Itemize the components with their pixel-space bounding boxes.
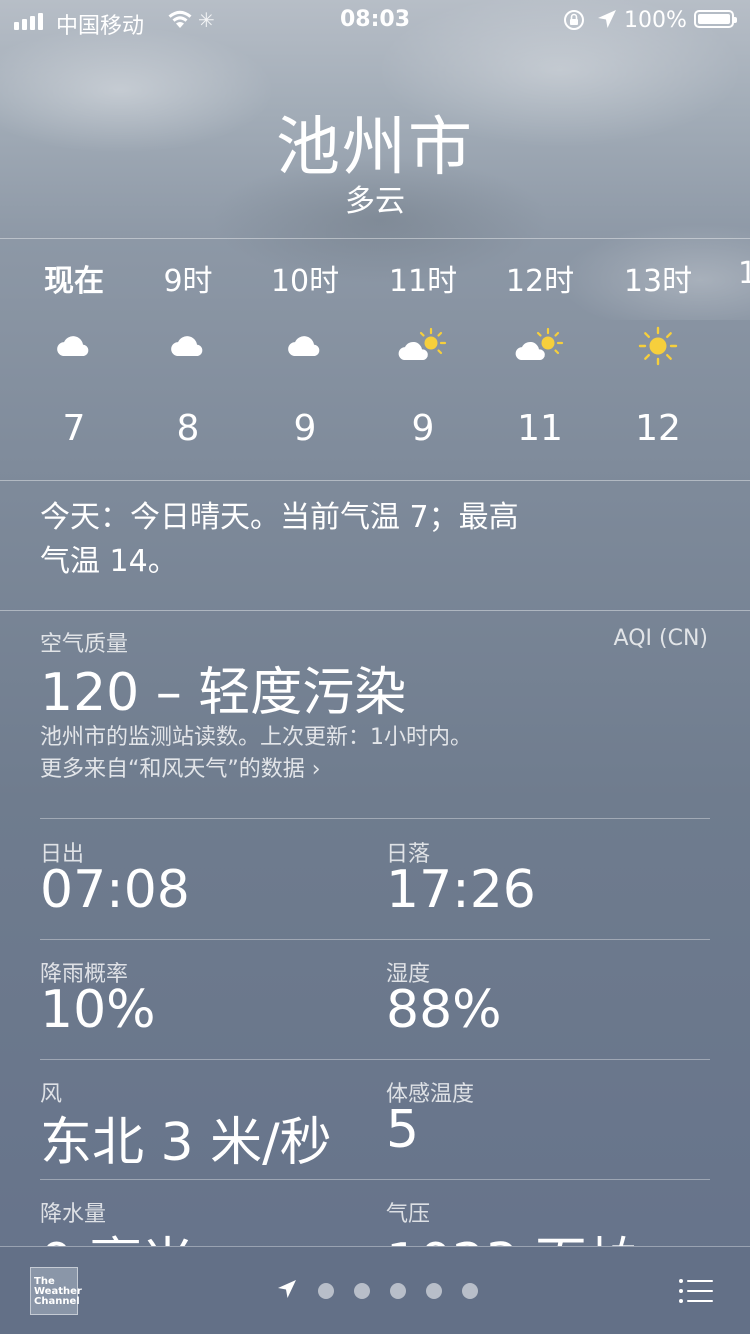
hourly-forecast[interactable]: 现在 7 9时 8 10时 9 11时 9 12时 11 13时 12 1 [0,256,750,456]
current-condition: 多云 [345,184,405,219]
hour-label: 12时 [505,264,575,299]
feels-like-value: 5 [386,1100,420,1160]
hour-label: 9时 [163,264,213,299]
hour-label: 10时 [270,264,340,299]
hour-label: 11时 [388,264,458,299]
hour-temp: 9 [411,408,435,449]
page-indicator[interactable] [276,1278,478,1304]
weather-channel-logo[interactable]: The Weather Channel [30,1267,82,1315]
page-dot[interactable] [354,1283,370,1299]
page-dot[interactable] [426,1283,442,1299]
hour-label: 1 [738,256,750,291]
city-list-icon[interactable] [678,1278,714,1308]
wind-value: 东北 3 米/秒 [40,1113,332,1173]
location-arrow-icon[interactable] [276,1278,298,1304]
summary-line: 气温 14。 [40,544,178,579]
page-dot[interactable] [390,1283,406,1299]
battery-icon [694,10,737,28]
cloud-icon [168,326,208,366]
partly-sunny-icon [398,326,447,366]
details-divider [40,1059,710,1060]
details-divider [40,939,710,940]
hour-temp: 8 [176,408,200,449]
location-arrow-icon [596,8,618,36]
aqi-source-text: 池州市的监测站读数。上次更新：1小时内。 [40,725,472,750]
sun-icon [638,326,678,366]
pressure-value: 1023 百帕 [386,1220,639,1246]
city-name: 池州市 [276,111,474,185]
partly-sunny-icon [515,326,564,366]
status-bar: 中国移动 ✳ 08:03 100% [0,0,750,40]
hour-label: 13时 [623,264,693,299]
details-scroll-clip: 降水量 0 毫米 气压 1023 百帕 [0,1180,750,1246]
cloud-icon [285,326,325,366]
hour-temp: 7 [62,408,86,449]
sunrise-value: 07:08 [40,860,190,920]
page-dot[interactable] [318,1283,334,1299]
hour-label: 现在 [44,264,104,299]
aqi-value: 120 – 轻度污染 [40,663,407,723]
summary-divider [0,610,750,611]
hourly-bottom-divider [0,480,750,481]
daily-summary: 今天：今日晴天。当前气温 7；最高 气温 14。 [40,496,600,584]
rotation-lock-icon [562,8,586,38]
summary-line: 今天：今日晴天。当前气温 7；最高 [40,500,519,535]
hour-temp: 9 [293,408,317,449]
aqi-more-link[interactable]: 更多来自“和风天气”的数据 › [40,754,472,786]
aqi-note: 池州市的监测站读数。上次更新：1小时内。 更多来自“和风天气”的数据 › [40,722,472,786]
precipitation-value: 0 毫米 [40,1220,194,1246]
aqi-divider [40,818,710,819]
hour-temp: 11 [517,408,563,449]
hourly-top-divider [0,238,750,239]
hour-temp: 12 [635,408,681,449]
battery-percentage: 100% [624,8,687,33]
cloud-icon [54,326,94,366]
aqi-scale: AQI (CN) [613,626,708,651]
rain-chance-value: 10% [40,980,156,1040]
sunset-value: 17:26 [386,860,536,920]
page-dot[interactable] [462,1283,478,1299]
humidity-value: 88% [386,980,502,1040]
